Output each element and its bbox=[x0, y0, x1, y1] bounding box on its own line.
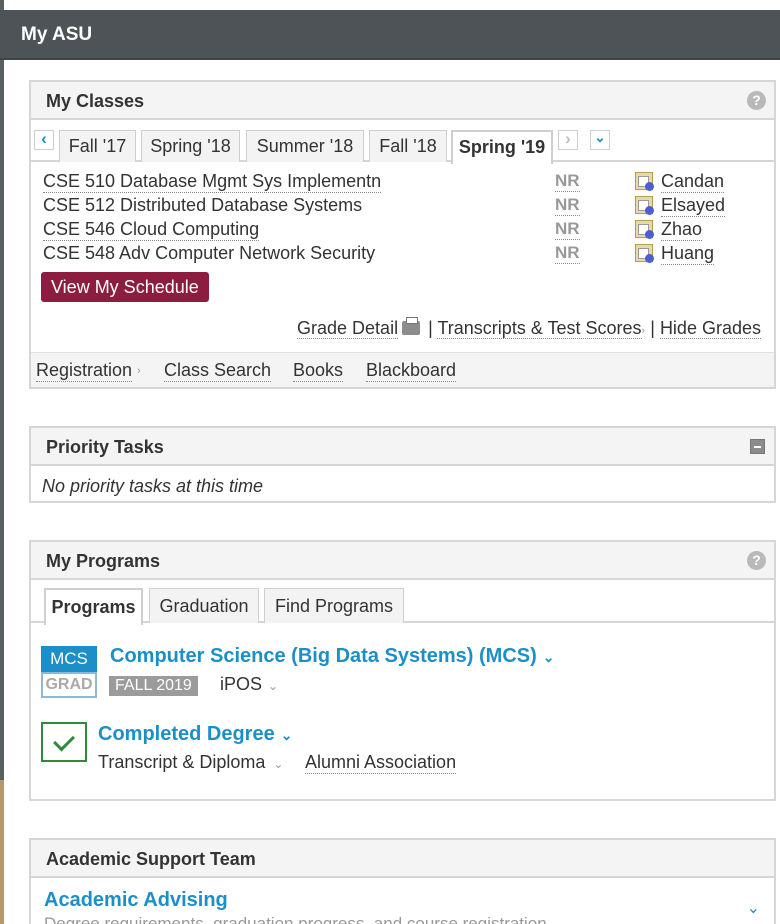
question-icon[interactable]: ? bbox=[747, 91, 766, 110]
tab-summer-18[interactable]: Summer '18 bbox=[246, 130, 364, 162]
transcript-diploma-dropdown[interactable]: Transcript & Diploma ⌄ bbox=[98, 752, 283, 773]
hide-grades-link[interactable]: Hide Grades bbox=[659, 318, 761, 339]
instructor-name[interactable]: Zhao bbox=[661, 219, 703, 241]
class-footer-links: Registration › Class Search Books Blackb… bbox=[31, 352, 774, 387]
checkmark-icon bbox=[41, 722, 87, 762]
instructor-card-icon[interactable] bbox=[635, 244, 654, 263]
instructor-card-icon[interactable] bbox=[635, 220, 654, 239]
academic-advising-link[interactable]: Academic Advising bbox=[44, 889, 228, 912]
caret-right-icon: › bbox=[641, 325, 646, 337]
my-classes-header: My Classes ? bbox=[31, 82, 774, 120]
printer-icon[interactable] bbox=[402, 317, 421, 335]
priority-tasks-header: Priority Tasks bbox=[31, 428, 774, 466]
my-programs-title: My Programs bbox=[46, 551, 161, 571]
tab-fall-18[interactable]: Fall '18 bbox=[369, 130, 447, 162]
completed-degree-link[interactable]: Completed Degree ⌄ bbox=[98, 723, 292, 746]
class-row: CSE 546 Cloud Computing NR Zhao bbox=[43, 219, 763, 243]
class-name[interactable]: CSE 512 Distributed Database Systems bbox=[43, 195, 362, 216]
grade-detail-link[interactable]: Grade Detail bbox=[297, 318, 399, 339]
blackboard-link[interactable]: Blackboard bbox=[366, 360, 457, 382]
link-separator: | bbox=[650, 318, 655, 338]
my-classes-panel: My Classes ? ‹ Fall '17 Spring '18 Summe… bbox=[29, 80, 776, 389]
class-row: CSE 510 Database Mgmt Sys Implementn NR … bbox=[43, 171, 763, 195]
class-row: CSE 548 Adv Computer Network Security NR… bbox=[43, 243, 763, 267]
instructor-name[interactable]: Elsayed bbox=[661, 195, 726, 217]
class-grade[interactable]: NR bbox=[555, 243, 580, 264]
books-link[interactable]: Books bbox=[293, 360, 344, 382]
transcript-diploma-label[interactable]: Transcript & Diploma bbox=[98, 752, 265, 772]
chevron-down-icon[interactable]: ⌄ bbox=[590, 130, 610, 150]
caret-right-icon: › bbox=[137, 365, 141, 377]
priority-tasks-panel: Priority Tasks No priority tasks at this… bbox=[29, 426, 776, 503]
priority-tasks-title: Priority Tasks bbox=[46, 437, 164, 457]
academic-support-panel: Academic Support Team Academic Advising … bbox=[29, 838, 776, 924]
chevron-down-icon[interactable]: ⌄ bbox=[543, 649, 555, 665]
badge-level: GRAD bbox=[41, 672, 97, 698]
chevron-left-icon[interactable]: ‹ bbox=[34, 130, 54, 150]
instructor-card-icon[interactable] bbox=[635, 196, 654, 215]
page-header: My ASU bbox=[0, 10, 780, 60]
my-programs-header: My Programs ? bbox=[31, 542, 774, 580]
registration-link[interactable]: Registration bbox=[36, 360, 133, 382]
collapse-icon[interactable] bbox=[750, 439, 765, 454]
class-grade[interactable]: NR bbox=[555, 171, 580, 192]
class-name[interactable]: CSE 548 Adv Computer Network Security bbox=[43, 243, 375, 264]
badge-program-code: MCS bbox=[41, 646, 97, 672]
program-term-badge: FALL 2019 bbox=[109, 676, 198, 696]
priority-empty-text: No priority tasks at this time bbox=[42, 476, 264, 496]
chevron-down-icon[interactable]: ⌄ bbox=[281, 727, 293, 743]
class-row: CSE 512 Distributed Database Systems NR … bbox=[43, 195, 763, 219]
grade-links: Grade Detail | Transcripts & Test Scores… bbox=[297, 317, 761, 339]
program-tabs: Programs Graduation Find Programs bbox=[31, 580, 774, 625]
class-search-link[interactable]: Class Search bbox=[164, 360, 272, 382]
question-icon[interactable]: ? bbox=[747, 551, 766, 570]
academic-support-header: Academic Support Team bbox=[31, 840, 774, 878]
class-grade[interactable]: NR bbox=[555, 219, 580, 240]
ipos-dropdown[interactable]: iPOS ⌄ bbox=[220, 674, 278, 695]
instructor-card-icon[interactable] bbox=[635, 172, 654, 191]
completed-degree-title[interactable]: Completed Degree bbox=[98, 723, 275, 745]
chevron-down-icon[interactable]: ⌄ bbox=[747, 898, 760, 918]
transcripts-link[interactable]: Transcripts & Test Scores bbox=[437, 318, 642, 339]
my-programs-panel: My Programs ? Programs Graduation Find P… bbox=[29, 540, 776, 801]
class-grade[interactable]: NR bbox=[555, 195, 580, 216]
program-name-link[interactable]: Computer Science (Big Data Systems) (MCS… bbox=[110, 645, 555, 668]
left-edge-strip bbox=[0, 0, 4, 924]
ipos-label[interactable]: iPOS bbox=[220, 674, 262, 694]
program-name[interactable]: Computer Science (Big Data Systems) (MCS… bbox=[110, 645, 537, 667]
instructor-name[interactable]: Candan bbox=[661, 171, 725, 193]
tab-find-programs[interactable]: Find Programs bbox=[264, 588, 404, 623]
tab-spring-19[interactable]: Spring '19 bbox=[451, 130, 553, 164]
academic-advising-description: Degree requirements, graduation progress… bbox=[44, 914, 547, 924]
link-separator: | bbox=[428, 318, 433, 338]
chevron-right-icon[interactable]: › bbox=[558, 130, 578, 150]
instructor-name[interactable]: Huang bbox=[661, 243, 715, 265]
tab-spring-18[interactable]: Spring '18 bbox=[141, 130, 240, 162]
class-name[interactable]: CSE 510 Database Mgmt Sys Implementn bbox=[43, 171, 382, 193]
chevron-down-icon[interactable]: ⌄ bbox=[268, 679, 278, 693]
academic-support-title: Academic Support Team bbox=[46, 849, 256, 869]
tab-graduation[interactable]: Graduation bbox=[149, 588, 259, 623]
view-schedule-button[interactable]: View My Schedule bbox=[41, 272, 209, 302]
term-tabs: ‹ Fall '17 Spring '18 Summer '18 Fall '1… bbox=[31, 120, 774, 164]
class-name[interactable]: CSE 546 Cloud Computing bbox=[43, 219, 260, 241]
tab-programs[interactable]: Programs bbox=[44, 588, 143, 625]
tab-fall-17[interactable]: Fall '17 bbox=[59, 130, 136, 162]
page-title: My ASU bbox=[21, 24, 93, 45]
my-classes-title: My Classes bbox=[46, 91, 145, 111]
chevron-down-icon[interactable]: ⌄ bbox=[273, 757, 283, 771]
program-badge: MCS GRAD bbox=[41, 646, 97, 698]
alumni-association-link[interactable]: Alumni Association bbox=[305, 752, 457, 774]
